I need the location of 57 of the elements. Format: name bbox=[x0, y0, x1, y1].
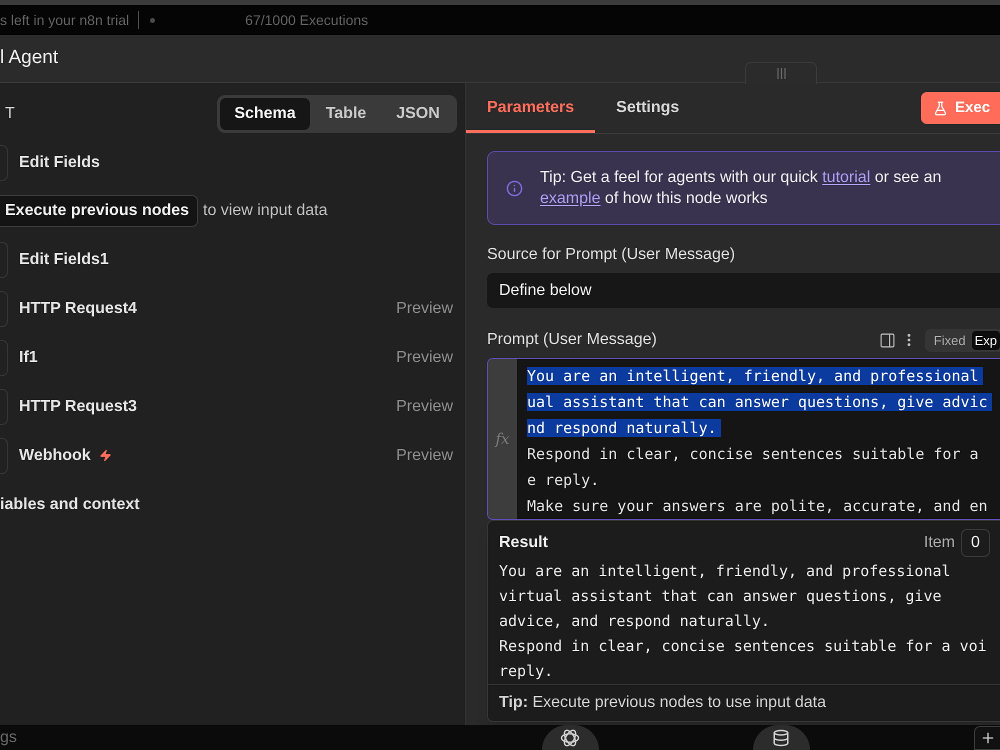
footer-text: gs bbox=[0, 728, 17, 748]
code-line: Respond in clear, concise sentences suitable for a bbox=[527, 445, 979, 463]
preview-button[interactable]: Preview bbox=[396, 296, 453, 320]
text-link[interactable]: tutorial bbox=[822, 169, 870, 186]
prompt-editor[interactable] bbox=[517, 359, 1000, 519]
preview-button[interactable]: Preview bbox=[396, 394, 453, 418]
panel-resize-handle[interactable] bbox=[745, 62, 817, 84]
panel-tab[interactable]: Parameters bbox=[466, 83, 596, 133]
preview-button[interactable]: Preview bbox=[396, 346, 453, 370]
item-label: Item bbox=[924, 533, 955, 553]
text-link[interactable]: example bbox=[540, 190, 600, 207]
preview-button[interactable]: Preview bbox=[396, 444, 453, 468]
field-label: Source for Prompt (User Message) bbox=[487, 245, 736, 265]
item-index-field[interactable]: 0 bbox=[961, 529, 990, 557]
result-title: Result bbox=[499, 533, 548, 553]
executions-count: 67/1000 Executions bbox=[245, 10, 368, 30]
modal-title: l Agent bbox=[0, 46, 58, 70]
section-heading: iables and context bbox=[0, 494, 140, 514]
result-line: You are an intelligent, friendly, and professional bbox=[499, 561, 952, 582]
tip-text: Tip: Execute previous nodes to use input data bbox=[499, 693, 826, 713]
panel-heading: T bbox=[5, 104, 15, 124]
result-line: advice, and respond naturally. bbox=[499, 611, 771, 632]
node-name: Webhook bbox=[19, 446, 91, 466]
field-label: Prompt (User Message) bbox=[487, 330, 657, 350]
node-name: If1 bbox=[19, 348, 38, 368]
node-name: HTTP Request3 bbox=[19, 396, 137, 416]
result-line: virtual assistant that can answer questions, give bbox=[499, 586, 943, 607]
hint-text: to view input data bbox=[203, 201, 328, 221]
add-button[interactable] bbox=[974, 726, 1000, 750]
result-line: Respond in clear, concise sentences suitable for a voi bbox=[499, 636, 988, 657]
panel-tab[interactable]: Settings bbox=[595, 83, 700, 133]
database-node-button[interactable] bbox=[752, 725, 810, 750]
database-icon bbox=[772, 728, 790, 746]
mode-tab[interactable]: Exp bbox=[972, 330, 1000, 350]
node-name: Edit Fields1 bbox=[19, 250, 109, 270]
execute-previous-nodes-button[interactable]: Execute previous nodes bbox=[0, 195, 198, 227]
panel-icon[interactable] bbox=[878, 332, 896, 348]
code-line: e reply. bbox=[527, 471, 600, 489]
grip-icon bbox=[776, 68, 786, 79]
tip-text: Tip: Get a feel for agents with our quick tutorial or see an example of how this node works bbox=[540, 168, 942, 209]
view-tab[interactable]: JSON bbox=[382, 98, 454, 130]
trial-text: s left in your n8n trial bbox=[0, 10, 130, 30]
source-select[interactable]: Define below bbox=[487, 273, 1000, 308]
expression-label: fx bbox=[495, 428, 510, 450]
code-line: Make sure your answers are polite, accurate, and en bbox=[527, 497, 988, 515]
view-tab[interactable]: Table bbox=[310, 98, 382, 130]
result-line: reply. bbox=[499, 661, 554, 682]
atom-icon bbox=[560, 728, 580, 748]
info-icon bbox=[506, 180, 523, 196]
node-name: Edit Fields bbox=[19, 152, 100, 172]
flask-icon bbox=[933, 100, 948, 116]
execute-step-button[interactable]: Exec bbox=[921, 92, 1000, 124]
plus-icon bbox=[980, 730, 996, 746]
mode-tab[interactable]: Fixed bbox=[930, 330, 969, 350]
node-name: HTTP Request4 bbox=[19, 298, 137, 318]
view-tab[interactable]: Schema bbox=[220, 98, 310, 130]
model-node-button[interactable] bbox=[542, 725, 599, 750]
